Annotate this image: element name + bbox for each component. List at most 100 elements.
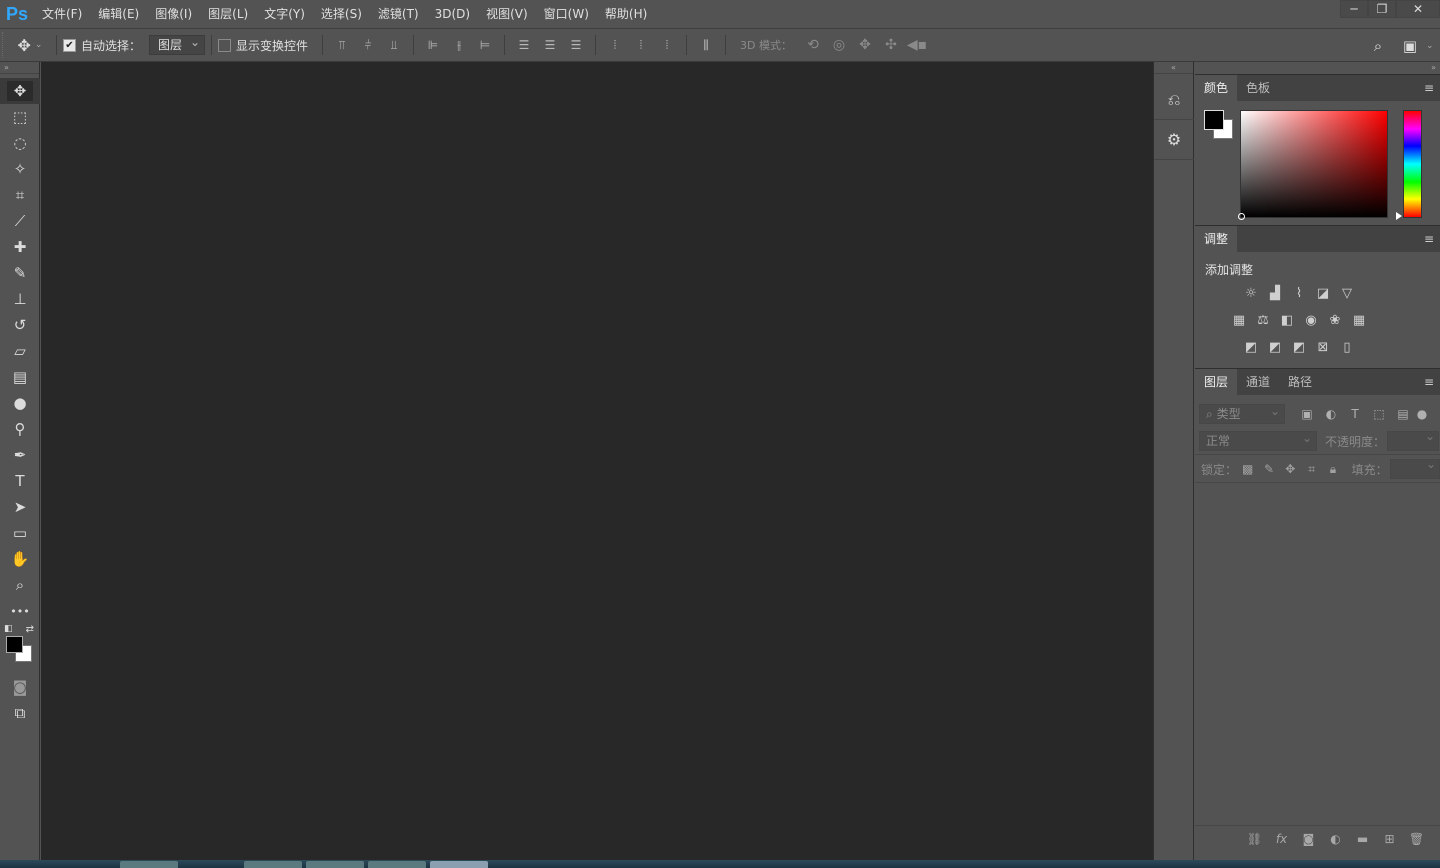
tab-channels[interactable]: 通道 xyxy=(1237,369,1279,395)
lock-all-icon[interactable]: 🔒︎ xyxy=(1322,462,1343,477)
search-icon[interactable]: ⌕ xyxy=(1362,37,1394,55)
lock-position-icon[interactable]: ✥ xyxy=(1280,462,1301,476)
tab-color[interactable]: 颜色 xyxy=(1195,75,1238,101)
align-bottom-icon[interactable]: ⫫ xyxy=(381,33,407,57)
gradient-tool[interactable]: ▤ xyxy=(0,364,40,390)
more-tools[interactable]: ••• xyxy=(0,598,40,624)
menu-layer[interactable]: 图层(L) xyxy=(200,0,256,28)
3d-orbit-icon[interactable]: ⟲ xyxy=(800,37,826,53)
marquee-tool[interactable]: ⬚ xyxy=(0,104,40,130)
ps-logo[interactable]: Ps xyxy=(0,0,34,28)
magic-wand-tool[interactable]: ✧ xyxy=(0,156,40,182)
menu-image[interactable]: 图像(I) xyxy=(147,0,200,28)
taskbar-item[interactable] xyxy=(120,861,178,868)
panels-collapse[interactable]: » xyxy=(1195,62,1440,74)
opacity-field[interactable] xyxy=(1387,429,1440,451)
panel-foreground-color[interactable] xyxy=(1204,110,1224,130)
eraser-tool[interactable]: ▱ xyxy=(0,338,40,364)
swap-colors-icon[interactable]: ⇄ xyxy=(26,624,34,635)
history-brush-tool[interactable]: ↺ xyxy=(0,312,40,338)
threshold-icon[interactable]: ◩ xyxy=(1287,335,1311,359)
3d-pan-icon[interactable]: ✥ xyxy=(852,37,878,53)
menu-icon[interactable]: ≡ xyxy=(1424,233,1434,245)
align-vcenter-icon[interactable]: ⫩ xyxy=(355,33,381,57)
eyedropper-tool[interactable]: ⟋ xyxy=(0,208,40,234)
blend-mode-dropdown[interactable]: 正常 xyxy=(1199,429,1317,451)
move-tool[interactable]: ✥ xyxy=(0,78,40,104)
type-tool[interactable]: T xyxy=(0,468,40,494)
hue-saturation-icon[interactable]: ▦ xyxy=(1227,308,1251,332)
hue-slider[interactable] xyxy=(1396,110,1422,220)
3d-scale-icon[interactable]: ◀▪ xyxy=(904,37,930,53)
lasso-tool[interactable]: ◌ xyxy=(0,130,40,156)
3d-slide-icon[interactable]: ✣ xyxy=(878,37,904,53)
history-panel-icon[interactable]: ⎌ xyxy=(1154,80,1194,120)
menu-edit[interactable]: 编辑(E) xyxy=(90,0,147,28)
filter-adjustment-icon[interactable]: ◐ xyxy=(1319,407,1343,421)
gradient-map-icon[interactable]: ▯ xyxy=(1335,335,1359,359)
layers-list[interactable] xyxy=(1195,483,1440,823)
align-left-icon[interactable]: ⊫ xyxy=(420,33,446,57)
vibrance-icon[interactable]: ▽ xyxy=(1335,281,1359,305)
minimize-button[interactable]: ─ xyxy=(1340,0,1368,18)
menu-select[interactable]: 选择(S) xyxy=(313,0,370,28)
filter-toggle-icon[interactable]: ● xyxy=(1415,407,1429,421)
trash-icon[interactable]: 🗑︎ xyxy=(1403,832,1430,846)
new-adjustment-icon[interactable]: ◐ xyxy=(1322,832,1349,846)
menu-view[interactable]: 视图(V) xyxy=(478,0,536,28)
distribute-top-icon[interactable]: ☰ xyxy=(511,33,537,57)
auto-align-icon[interactable]: ⫼ xyxy=(693,33,719,57)
rectangle-tool[interactable]: ▭ xyxy=(0,520,40,546)
align-right-icon[interactable]: ⊨ xyxy=(472,33,498,57)
options-grip[interactable] xyxy=(2,32,10,58)
align-top-icon[interactable]: ⫪ xyxy=(329,33,355,57)
restore-button[interactable]: ❐ xyxy=(1368,0,1396,18)
add-mask-icon[interactable]: ◙ xyxy=(1295,832,1322,846)
strip-collapse[interactable]: « xyxy=(1154,62,1193,74)
channel-mixer-icon[interactable]: ❀ xyxy=(1323,308,1347,332)
document-area[interactable] xyxy=(41,62,1153,860)
tab-layers[interactable]: 图层 xyxy=(1195,369,1238,395)
menu-help[interactable]: 帮助(H) xyxy=(597,0,655,28)
link-layers-icon[interactable]: ⛓ xyxy=(1241,832,1268,846)
taskbar-item[interactable] xyxy=(244,861,302,868)
filter-pixel-icon[interactable]: ▣ xyxy=(1295,407,1319,421)
menu-filter[interactable]: 滤镜(T) xyxy=(370,0,427,28)
black-white-icon[interactable]: ◧ xyxy=(1275,308,1299,332)
exposure-icon[interactable]: ◪ xyxy=(1311,281,1335,305)
taskbar-item[interactable] xyxy=(306,861,364,868)
menu-type[interactable]: 文字(Y) xyxy=(256,0,313,28)
tab-adjustments[interactable]: 调整 xyxy=(1195,226,1238,252)
auto-select-checkbox[interactable]: ✔ xyxy=(63,38,76,52)
layer-filter-dropdown[interactable]: ⌕ 类型 xyxy=(1199,402,1285,424)
menu-3d[interactable]: 3D(D) xyxy=(427,0,478,28)
filter-type-icon[interactable]: T xyxy=(1343,407,1367,421)
tool-preset-picker[interactable]: ✥ ⌄ xyxy=(10,28,50,62)
chevron-down-icon[interactable]: ⌄ xyxy=(1426,41,1440,51)
stamp-tool[interactable]: ⊥ xyxy=(0,286,40,312)
fx-icon[interactable]: fx xyxy=(1268,832,1295,846)
pen-tool[interactable]: ✒ xyxy=(0,442,40,468)
3d-roll-icon[interactable]: ◎ xyxy=(826,37,852,53)
dodge-tool[interactable]: ⚲ xyxy=(0,416,40,442)
filter-smart-object-icon[interactable]: ▤ xyxy=(1391,407,1415,421)
path-selection-tool[interactable]: ➤ xyxy=(0,494,40,520)
toolbar-collapse[interactable]: » xyxy=(0,62,39,74)
healing-brush-tool[interactable]: ✚ xyxy=(0,234,40,260)
foreground-color[interactable] xyxy=(6,636,23,653)
close-button[interactable]: ✕ xyxy=(1396,0,1440,18)
taskbar-item[interactable] xyxy=(368,861,426,868)
blur-tool[interactable]: ● xyxy=(0,390,40,416)
photo-filter-icon[interactable]: ◉ xyxy=(1299,308,1323,332)
properties-panel-icon[interactable]: ⚙ xyxy=(1154,120,1194,160)
new-layer-icon[interactable]: ⊞ xyxy=(1376,832,1403,846)
menu-file[interactable]: 文件(F) xyxy=(34,0,90,28)
menu-icon[interactable]: ≡ xyxy=(1424,376,1434,388)
color-balance-icon[interactable]: ⚖ xyxy=(1251,308,1275,332)
tab-paths[interactable]: 路径 xyxy=(1279,369,1321,395)
distribute-left-icon[interactable]: ⦙ xyxy=(602,33,628,57)
screen-mode-button[interactable]: ⧉ xyxy=(0,700,40,726)
hue-marker[interactable] xyxy=(1396,212,1402,220)
menu-icon[interactable]: ≡ xyxy=(1424,82,1434,94)
distribute-hcenter-icon[interactable]: ⦙ xyxy=(628,33,654,57)
